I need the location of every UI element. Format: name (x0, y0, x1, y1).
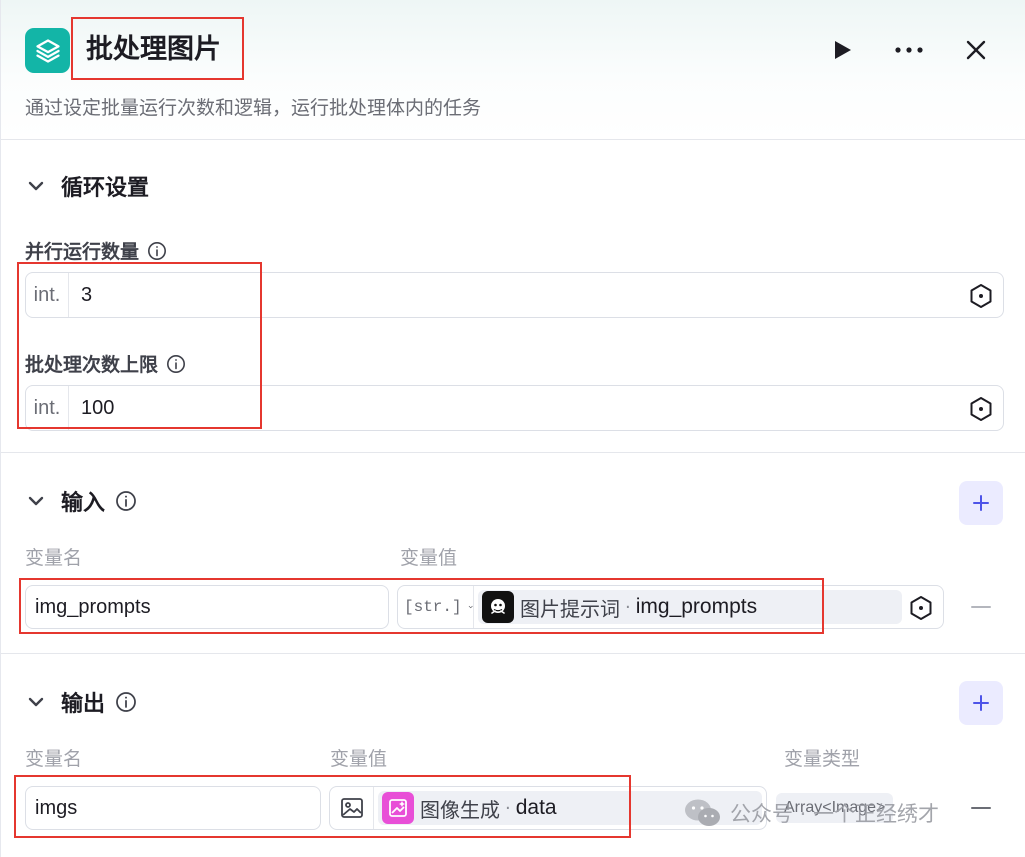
layers-icon (25, 28, 70, 73)
column-label-name: 变量名 (25, 748, 83, 770)
variable-reference-button[interactable] (907, 594, 935, 622)
remove-input-button[interactable] (966, 592, 996, 622)
play-icon (835, 41, 851, 59)
column-label-type: 变量类型 (784, 748, 861, 770)
wechat-icon (685, 799, 720, 826)
column-label-name: 变量名 (25, 547, 83, 569)
array-string-type-tag: [str.] (404, 598, 462, 616)
info-icon[interactable] (147, 241, 167, 261)
int-type-prefix: int. (26, 273, 69, 317)
batch-node-panel: 批处理图片 通过设定批量运行次数和逻辑，运行批处理体内的任务 循环设置 并行运行… (0, 0, 1025, 857)
info-icon[interactable] (115, 691, 137, 713)
separator-dot: · (625, 596, 631, 618)
plus-icon (973, 695, 989, 711)
section-title: 输入 (61, 491, 106, 516)
loop-settings-header[interactable]: 循环设置 (25, 168, 149, 204)
output-var-name-field[interactable]: imgs (25, 786, 321, 830)
section-title: 输出 (61, 692, 106, 717)
inputs-section: 输入 变量名 变量值 img_prompts [str.] 图片提示词 · im… (1, 453, 1025, 654)
int-type-prefix: int. (26, 386, 69, 430)
plus-icon (973, 495, 989, 511)
concurrency-input[interactable]: int. 3 (25, 272, 1004, 318)
run-button[interactable] (820, 28, 864, 72)
batch-limit-label: 批处理次数上限 (25, 350, 186, 377)
chevron-down-icon (468, 605, 473, 609)
section-title: 循环设置 (61, 176, 150, 201)
source-node-name: 图片提示词 (520, 596, 620, 621)
minus-icon (971, 807, 991, 809)
info-icon[interactable] (115, 490, 137, 512)
add-input-button[interactable] (959, 481, 1003, 525)
column-label-value: 变量值 (400, 547, 458, 569)
info-icon[interactable] (166, 354, 186, 374)
concurrency-label-text: 并行运行数量 (25, 241, 140, 263)
batch-limit-input[interactable]: int. 100 (25, 385, 1004, 431)
column-label-value: 变量值 (330, 748, 388, 770)
watermark: 公众号 · 一个正经绣才 (684, 798, 939, 828)
chevron-down-icon[interactable] (25, 490, 47, 512)
panel-header: 批处理图片 通过设定批量运行次数和逻辑，运行批处理体内的任务 (1, 0, 1025, 140)
variable-hexagon-icon (970, 397, 992, 421)
separator-dot: · (505, 797, 511, 819)
variable-reference-button[interactable] (967, 282, 995, 310)
more-button[interactable] (887, 28, 931, 72)
loop-settings-section: 循环设置 并行运行数量 int. 3 批处理次数上限 int. 100 (1, 140, 1025, 453)
variable-reference-button[interactable] (967, 395, 995, 423)
image-generation-node-icon (382, 792, 414, 824)
node-title[interactable]: 批处理图片 (86, 28, 221, 72)
concurrency-label: 并行运行数量 (25, 237, 167, 264)
variable-reference-chip[interactable]: 图片提示词 · img_prompts (478, 590, 902, 624)
watermark-text: 公众号 · 一个正经绣才 (730, 802, 940, 826)
close-icon (966, 40, 986, 60)
remove-output-button[interactable] (966, 793, 996, 823)
chevron-down-icon[interactable] (25, 691, 47, 713)
inputs-header[interactable]: 输入 (25, 483, 137, 519)
llm-node-icon (482, 591, 514, 623)
batch-limit-label-text: 批处理次数上限 (25, 354, 159, 376)
add-output-button[interactable] (959, 681, 1003, 725)
variable-hexagon-icon (910, 596, 932, 620)
close-button[interactable] (954, 28, 998, 72)
input-var-name-field[interactable]: img_prompts (25, 585, 389, 629)
concurrency-value[interactable]: 3 (81, 284, 92, 307)
node-description: 通过设定批量运行次数和逻辑，运行批处理体内的任务 (25, 97, 482, 119)
input-var-value-field[interactable]: [str.] 图片提示词 · img_prompts (397, 585, 944, 629)
image-icon (340, 798, 363, 818)
source-variable-name: img_prompts (635, 595, 758, 618)
chevron-down-icon[interactable] (25, 175, 47, 197)
more-icon (895, 47, 923, 53)
outputs-header[interactable]: 输出 (25, 684, 137, 720)
minus-icon (971, 606, 991, 608)
type-select[interactable] (330, 787, 374, 829)
type-select[interactable]: [str.] (398, 586, 474, 628)
batch-limit-value[interactable]: 100 (81, 397, 114, 420)
source-node-name: 图像生成 (420, 797, 500, 822)
variable-hexagon-icon (970, 284, 992, 308)
source-variable-name: data (515, 796, 557, 819)
